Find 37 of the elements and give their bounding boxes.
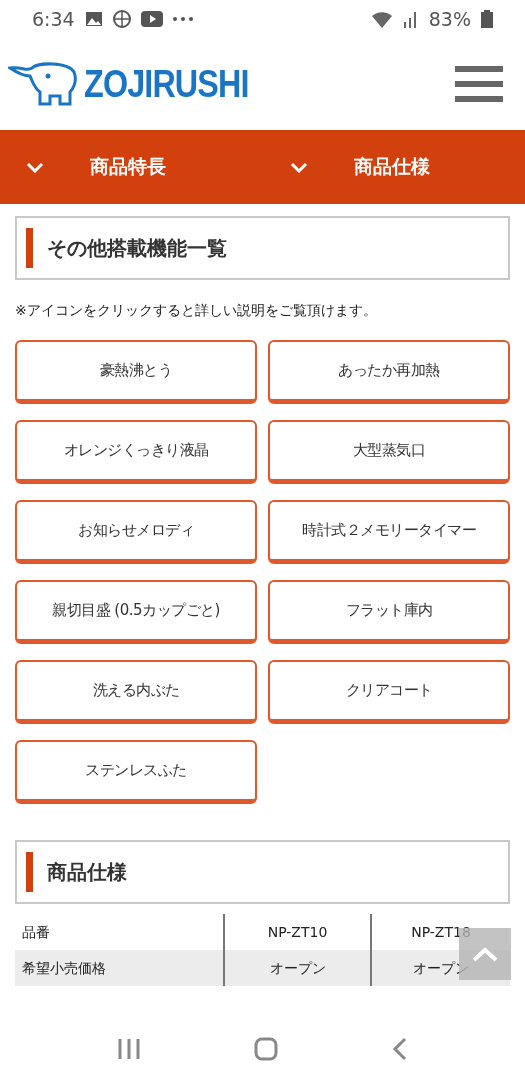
feature-button[interactable]: フラット庫内 <box>268 580 510 644</box>
feature-button[interactable]: オレンジくっきり液晶 <box>15 420 257 484</box>
recent-apps-icon[interactable] <box>116 1038 141 1060</box>
accent-bar <box>26 228 33 268</box>
play-icon <box>140 11 163 27</box>
globe-icon <box>112 10 131 28</box>
image-icon <box>84 11 103 27</box>
section-title: その他搭載機能一覧 <box>47 234 227 262</box>
section-title: 商品仕様 <box>47 858 127 886</box>
home-icon[interactable] <box>254 1037 279 1061</box>
logo[interactable]: ZOJIRUSHI <box>84 62 249 106</box>
feature-button[interactable]: 大型蒸気口 <box>268 420 510 484</box>
chevron-down-icon <box>289 161 308 173</box>
feature-button[interactable]: 洗える内ぶた <box>15 660 257 724</box>
feature-button[interactable]: ステンレスふた <box>15 740 257 804</box>
feature-button[interactable]: あったか再加熱 <box>268 340 510 404</box>
feature-button[interactable]: 豪熱沸とう <box>15 340 257 404</box>
signal-icon <box>402 10 419 28</box>
table-cell-text: 品番 <box>21 923 51 942</box>
battery-icon <box>481 10 493 28</box>
instruction-note: ※アイコンをクリックすると詳しい説明をご覧頂けます。 <box>15 302 378 320</box>
chevron-down-icon <box>26 161 44 173</box>
feature-button[interactable]: 時計式２メモリータイマー <box>268 500 510 564</box>
wifi-icon <box>370 10 393 28</box>
clock: 6:34 <box>32 8 75 30</box>
elephant-icon <box>8 62 78 106</box>
menu-icon[interactable] <box>455 66 503 102</box>
feature-button[interactable]: クリアコート <box>268 660 510 724</box>
back-icon[interactable] <box>392 1037 409 1061</box>
feature-button[interactable]: 親切目盛 (0.5カップごと) <box>15 580 257 644</box>
accent-bar <box>26 852 33 892</box>
more-icon <box>172 17 193 21</box>
battery-level: 83% <box>428 8 471 30</box>
table-cell: オープン <box>223 950 370 986</box>
table-cell-text: 希望小売価格 <box>21 959 107 978</box>
chevron-up-icon <box>471 946 499 962</box>
feature-button[interactable]: お知らせメロディ <box>15 500 257 564</box>
